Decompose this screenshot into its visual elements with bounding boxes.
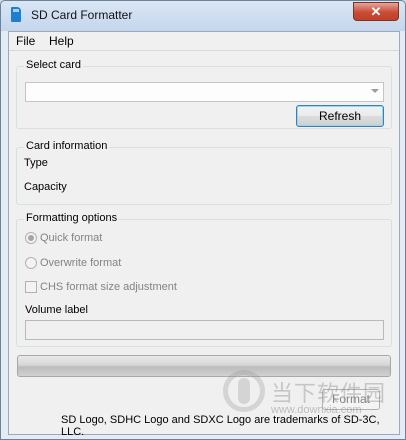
window-title: SD Card Formatter: [31, 8, 133, 22]
formatting-options-label: Formatting options: [24, 212, 120, 224]
menu-bar: File Help: [9, 32, 399, 51]
type-label: Type: [24, 157, 48, 169]
select-card-group: Select card Refresh: [16, 59, 392, 129]
overwrite-format-radio[interactable]: [25, 257, 37, 269]
card-info-label: Card information: [24, 140, 110, 152]
watermark-url: www.downxia.com: [271, 404, 362, 416]
menu-help[interactable]: Help: [49, 34, 74, 48]
trademark-notice: SD Logo, SDHC Logo and SDXC Logo are tra…: [61, 414, 380, 438]
card-select-dropdown[interactable]: [25, 82, 384, 102]
watermark-logo: [223, 370, 265, 412]
quick-format-label: Quick format: [40, 232, 103, 244]
chevron-down-icon: [371, 89, 379, 93]
chs-adjustment-checkbox[interactable]: [25, 281, 37, 293]
volume-label-caption: Volume label: [25, 304, 88, 316]
sd-card-icon: [11, 7, 21, 22]
menu-file[interactable]: File: [16, 34, 35, 48]
close-button[interactable]: ✕: [353, 2, 399, 21]
refresh-button[interactable]: Refresh: [296, 105, 384, 127]
card-info-group: Card information Type Capacity: [16, 140, 392, 205]
chs-adjustment-label: CHS format size adjustment: [40, 281, 177, 293]
capacity-label: Capacity: [24, 181, 67, 193]
format-progress-bar: [17, 355, 391, 377]
title-bar[interactable]: SD Card Formatter ✕: [1, 1, 405, 31]
overwrite-format-label: Overwrite format: [40, 257, 122, 269]
client-area: File Help Select card Refresh Card infor…: [8, 31, 400, 438]
select-card-label: Select card: [24, 59, 84, 71]
quick-format-radio[interactable]: [25, 232, 37, 244]
formatting-options-group: Formatting options Quick format Overwrit…: [16, 212, 392, 347]
volume-label-input[interactable]: [25, 320, 384, 340]
app-window: SD Card Formatter ✕ File Help Select car…: [0, 0, 406, 440]
